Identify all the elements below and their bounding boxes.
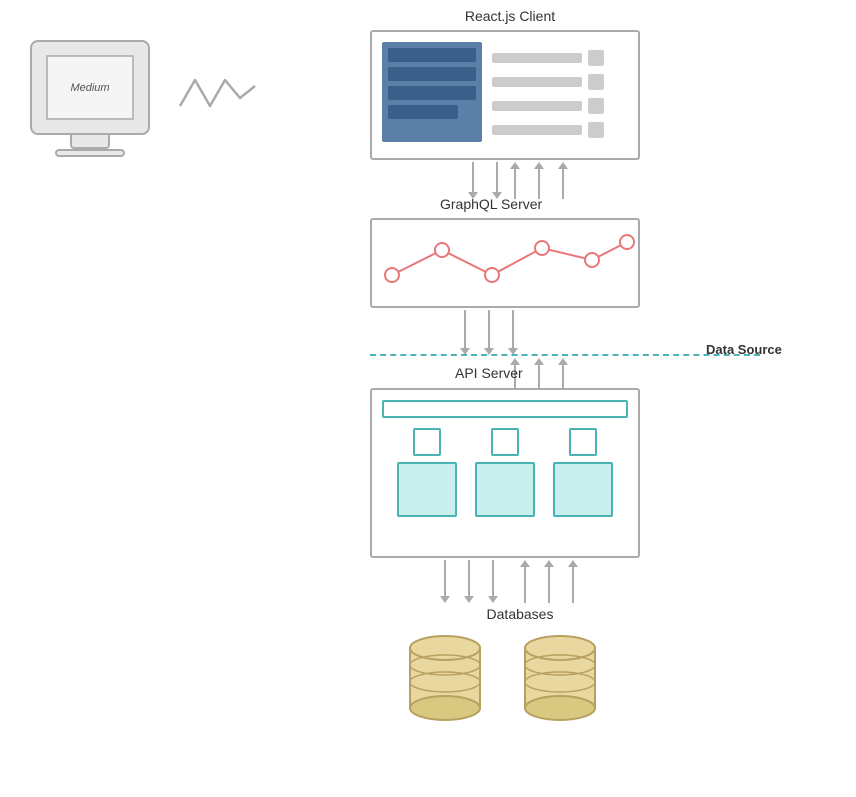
react-square-4 (588, 122, 604, 138)
data-source-label: Data Source (706, 342, 782, 357)
api-card-icon-3 (569, 428, 597, 456)
arrow-up-2 (534, 162, 544, 199)
shaft (444, 560, 446, 596)
api-card-body-1 (397, 462, 457, 517)
reactjs-box (370, 30, 640, 160)
react-row-1 (492, 50, 604, 66)
monitor-group: Medium (30, 40, 150, 157)
react-line-4 (492, 125, 582, 135)
arrow-down-api1 (440, 560, 450, 603)
api-inner (372, 390, 638, 527)
react-line-2 (492, 77, 582, 87)
api-card-1 (397, 428, 457, 517)
api-card-icon-1 (413, 428, 441, 456)
arrowhead (520, 560, 530, 567)
react-line-3 (492, 101, 582, 111)
react-row-4 (492, 122, 604, 138)
arrow-up-1 (510, 162, 520, 199)
sidebar-bar-3 (388, 86, 476, 100)
arrow-down-api2 (464, 560, 474, 603)
api-card-icon-2 (491, 428, 519, 456)
arrow-down-api3 (488, 560, 498, 603)
cylinder-svg-1 (405, 630, 485, 725)
sidebar-bar-2 (388, 67, 476, 81)
monitor-label: Medium (70, 82, 109, 94)
shaft (512, 310, 514, 348)
sidebar-bar-4 (388, 105, 458, 119)
arrowhead (488, 596, 498, 603)
shaft (472, 162, 474, 192)
react-line-1 (492, 53, 582, 63)
react-to-graphql-arrows (468, 162, 502, 199)
arrowhead (544, 560, 554, 567)
react-row-3 (492, 98, 604, 114)
react-sidebar (382, 42, 482, 142)
diagram: Medium React.js Client (0, 0, 856, 797)
arrow-down-2 (492, 162, 502, 199)
api-card-body-3 (553, 462, 613, 517)
graphql-to-react-arrows (510, 162, 568, 199)
arrow-down-g3 (508, 310, 518, 355)
api-card-body-2 (475, 462, 535, 517)
react-content (492, 42, 604, 138)
api-card-2 (475, 428, 535, 517)
arrow-down-g2 (484, 310, 494, 355)
shaft (488, 310, 490, 348)
graphql-to-api-arrows (460, 310, 518, 355)
arrow-up-db2 (544, 560, 554, 603)
arrowhead (464, 596, 474, 603)
shaft (464, 310, 466, 348)
monitor-stand (70, 135, 110, 149)
api-down-arrows (440, 560, 498, 603)
api-label: API Server (455, 365, 523, 381)
monitor-body: Medium (30, 40, 150, 135)
api-top-bar (382, 400, 628, 418)
arrow-up-db1 (520, 560, 530, 603)
database-cylinder-1 (405, 630, 485, 730)
reactjs-label: React.js Client (380, 8, 640, 24)
api-cards-row (382, 428, 628, 517)
shaft (562, 169, 564, 199)
database-cylinder-2 (520, 630, 600, 730)
sidebar-bar-1 (388, 48, 476, 62)
graphql-chart (372, 220, 640, 308)
arrowhead (510, 358, 520, 365)
arrowhead (440, 596, 450, 603)
data-source-line (370, 354, 760, 356)
databases-label: Databases (440, 606, 600, 622)
arrow-down-g1 (460, 310, 470, 355)
shaft (468, 560, 470, 596)
shaft (572, 567, 574, 603)
graphql-label: GraphQL Server (440, 196, 542, 212)
shaft (496, 162, 498, 192)
arrow-down-1 (468, 162, 478, 199)
shaft (538, 169, 540, 199)
react-row-2 (492, 74, 604, 90)
arrowhead (568, 560, 578, 567)
shaft (524, 567, 526, 603)
cylinder-svg-2 (520, 630, 600, 725)
shaft (548, 567, 550, 603)
react-inner (382, 42, 642, 152)
squiggle-icon (175, 68, 265, 123)
api-box (370, 388, 640, 558)
arrow-up-db3 (568, 560, 578, 603)
db-up-arrows (520, 560, 578, 603)
monitor-base (55, 149, 125, 157)
shaft (514, 169, 516, 199)
graphql-box (370, 218, 640, 308)
arrowhead (534, 358, 544, 365)
arrowhead (558, 358, 568, 365)
arrowhead (558, 162, 568, 169)
shaft (492, 560, 494, 596)
react-square-3 (588, 98, 604, 114)
arrowhead (534, 162, 544, 169)
arrowhead (510, 162, 520, 169)
react-square-1 (588, 50, 604, 66)
arrow-up-3 (558, 162, 568, 199)
react-square-2 (588, 74, 604, 90)
api-card-3 (553, 428, 613, 517)
monitor-screen: Medium (46, 55, 134, 120)
